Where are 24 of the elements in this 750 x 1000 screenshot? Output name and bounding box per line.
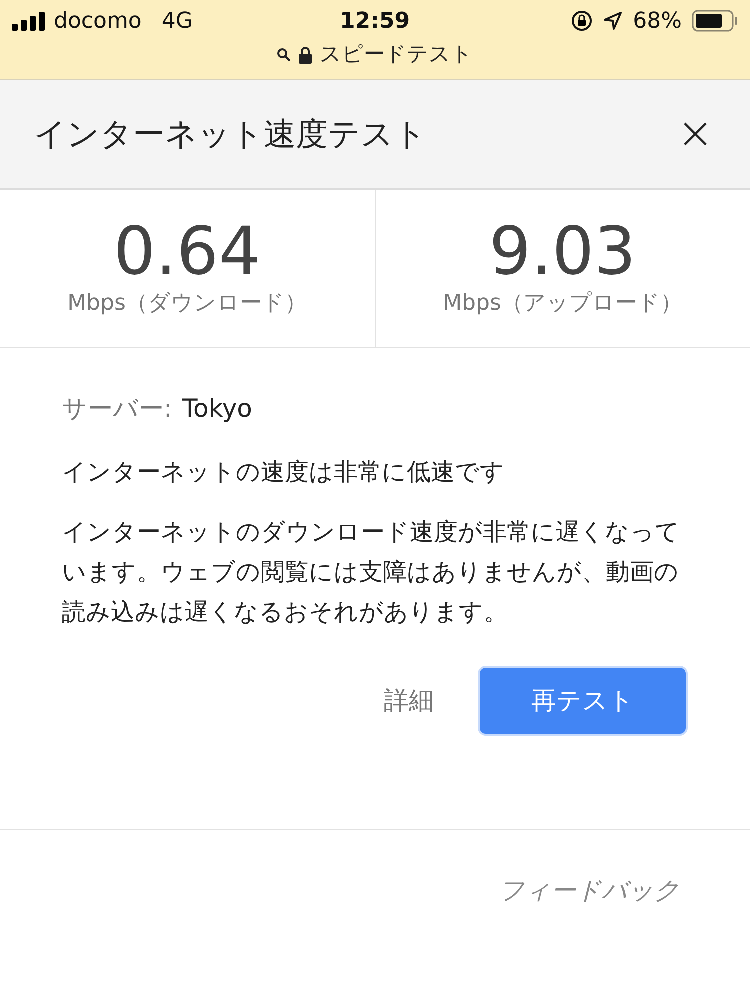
retest-button[interactable]: 再テスト	[478, 666, 688, 736]
rotation-lock-icon	[571, 10, 594, 32]
network-type: 4G	[162, 8, 193, 36]
carrier-name: docomo	[54, 8, 142, 36]
speed-unit-label: Mbps（ダウンロード）	[68, 290, 307, 318]
search-icon	[277, 48, 291, 62]
speed-unit-label: Mbps（アップロード）	[443, 290, 682, 318]
server-value: Tokyo	[182, 393, 252, 425]
speed-value: 0.64	[114, 217, 261, 287]
speed-description: インターネットのダウンロード速度が非常に遅くなっています。ウェブの閲覧には支障はありませんが、動画の読み込みは遅くなるおそれがあります。	[62, 516, 681, 628]
dialog-title: インターネット速度テスト	[34, 114, 427, 155]
speed-verdict: インターネットの速度は非常に低速です	[62, 456, 506, 488]
signal-icon	[12, 11, 46, 31]
details-button[interactable]: 詳細	[380, 674, 438, 728]
clock-time: 12:59	[340, 8, 410, 36]
close-button[interactable]: ×	[677, 112, 714, 156]
server-label: サーバー:	[62, 393, 172, 425]
location-arrow-icon	[603, 11, 624, 31]
lock-icon	[299, 46, 312, 64]
battery-icon	[692, 10, 738, 32]
feedback-link[interactable]: フィードバック	[499, 872, 680, 910]
battery-percent: 68%	[633, 8, 682, 36]
page-title: スピードテスト	[320, 41, 473, 68]
speed-value: 9.03	[489, 217, 636, 287]
